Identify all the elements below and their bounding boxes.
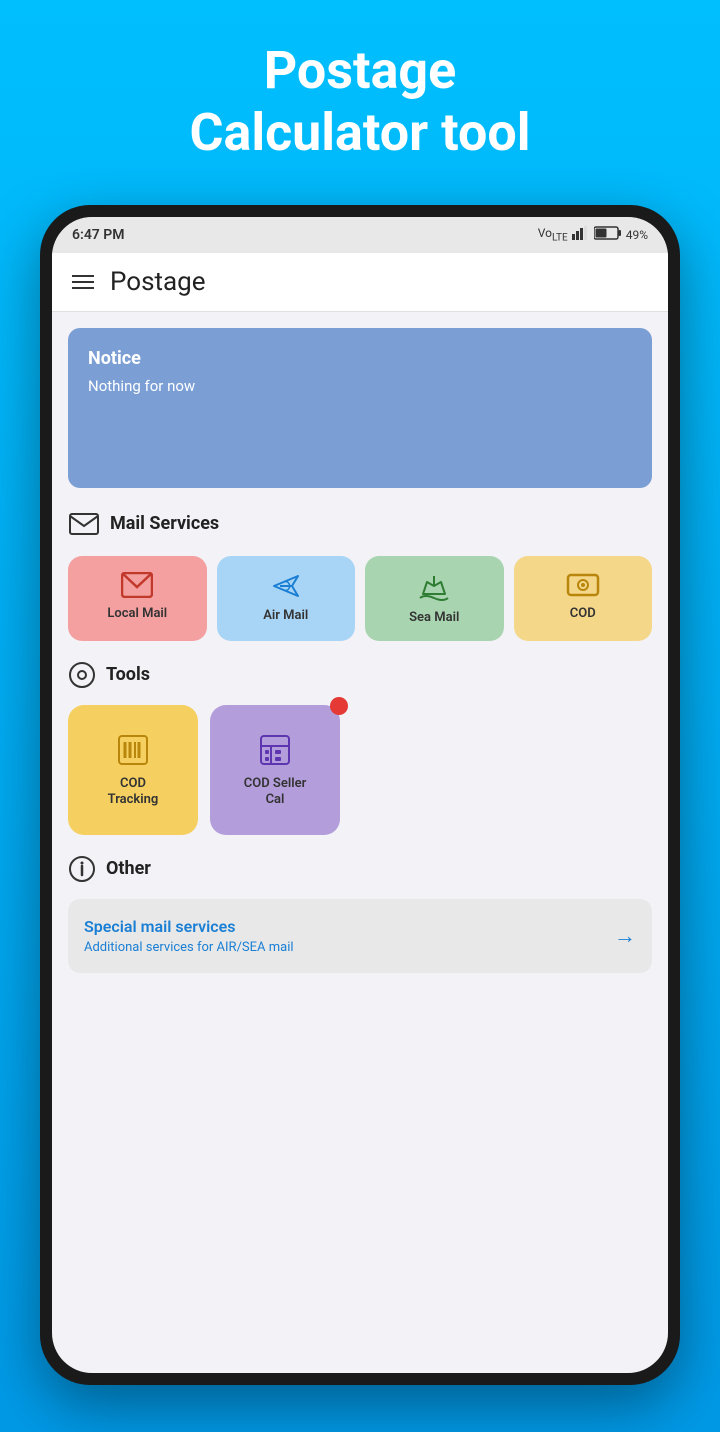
other-header: Other <box>68 855 652 883</box>
battery-percent: 49% <box>626 228 648 242</box>
arrow-right-icon: → <box>614 923 636 949</box>
status-time: 6:47 PM <box>72 227 125 243</box>
local-mail-card[interactable]: Local Mail <box>68 556 207 641</box>
special-mail-card[interactable]: Special mail services Additional service… <box>68 899 652 973</box>
cod-seller-card[interactable]: COD Seller Cal <box>210 705 340 835</box>
local-mail-label: Local Mail <box>107 606 167 621</box>
signal-icon <box>572 226 590 243</box>
hamburger-line3 <box>72 287 94 289</box>
notification-dot <box>330 697 348 715</box>
tools-header: Tools <box>68 661 652 689</box>
tools-grid: COD Tracking <box>68 705 652 835</box>
special-card-title: Special mail services <box>84 917 294 936</box>
local-mail-icon <box>121 572 153 598</box>
cod-label: COD <box>570 606 596 621</box>
cod-tracking-icon <box>115 732 151 768</box>
other-label: Other <box>106 858 151 879</box>
notice-body: Nothing for now <box>88 377 632 395</box>
page-header: Postage Calculator tool <box>189 40 530 165</box>
battery-icon <box>594 226 622 243</box>
cod-tracking-card[interactable]: COD Tracking <box>68 705 198 835</box>
tools-section-icon <box>68 661 96 689</box>
special-card-text: Special mail services Additional service… <box>84 917 294 955</box>
cod-card[interactable]: COD <box>514 556 653 641</box>
sea-mail-label: Sea Mail <box>409 610 459 625</box>
air-mail-card[interactable]: Air Mail <box>217 556 356 641</box>
air-mail-label: Air Mail <box>263 608 308 623</box>
phone-screen: 6:47 PM VoLTE <box>52 217 668 1373</box>
app-title: Postage <box>110 267 206 297</box>
status-icons: VoLTE 49% <box>538 226 648 243</box>
hamburger-line2 <box>72 281 94 283</box>
cod-seller-icon <box>257 732 293 768</box>
network-icon: VoLTE <box>538 226 568 243</box>
cod-tracking-label: COD Tracking <box>108 776 159 807</box>
main-content: Notice Nothing for now Mail Services <box>52 312 668 1373</box>
phone-frame: 6:47 PM VoLTE <box>40 205 680 1385</box>
air-mail-icon <box>270 572 302 600</box>
cod-icon <box>566 572 600 598</box>
app-header: Postage <box>52 253 668 312</box>
sea-mail-card[interactable]: Sea Mail <box>365 556 504 641</box>
cod-seller-label: COD Seller Cal <box>244 776 307 807</box>
tools-label: Tools <box>106 664 150 685</box>
hamburger-button[interactable] <box>72 275 94 289</box>
mail-services-grid: Local Mail Air Mail <box>68 556 652 641</box>
notice-card: Notice Nothing for now <box>68 328 652 488</box>
header-line1: Postage <box>264 40 456 101</box>
other-section-icon <box>68 855 96 883</box>
header-line2: Calculator tool <box>189 102 530 163</box>
notice-title: Notice <box>88 348 632 369</box>
mail-services-header: Mail Services <box>68 508 652 540</box>
mail-services-label: Mail Services <box>110 513 219 534</box>
hamburger-line1 <box>72 275 94 277</box>
sea-mail-icon <box>417 572 451 602</box>
special-card-subtitle: Additional services for AIR/SEA mail <box>84 940 294 955</box>
status-bar: 6:47 PM VoLTE <box>52 217 668 253</box>
mail-section-icon <box>68 508 100 540</box>
